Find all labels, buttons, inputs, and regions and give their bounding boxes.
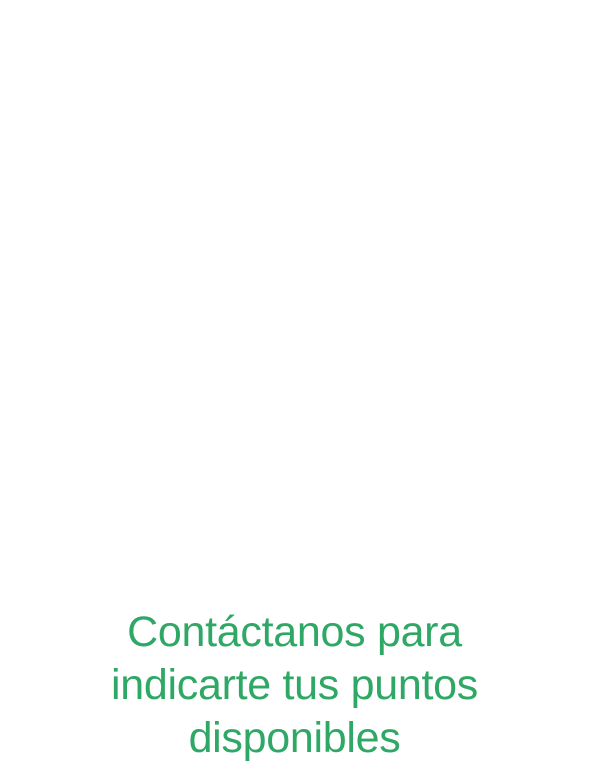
- contact-message-line-1: Contáctanos para: [127, 608, 462, 656]
- contact-message-line-2: indicarte tus puntos: [111, 661, 478, 709]
- contact-message-line-3: disponibles: [188, 714, 401, 761]
- contact-message: Contáctanos para indicarte tus puntos di…: [0, 606, 589, 761]
- page: Contáctanos para indicarte tus puntos di…: [0, 0, 589, 761]
